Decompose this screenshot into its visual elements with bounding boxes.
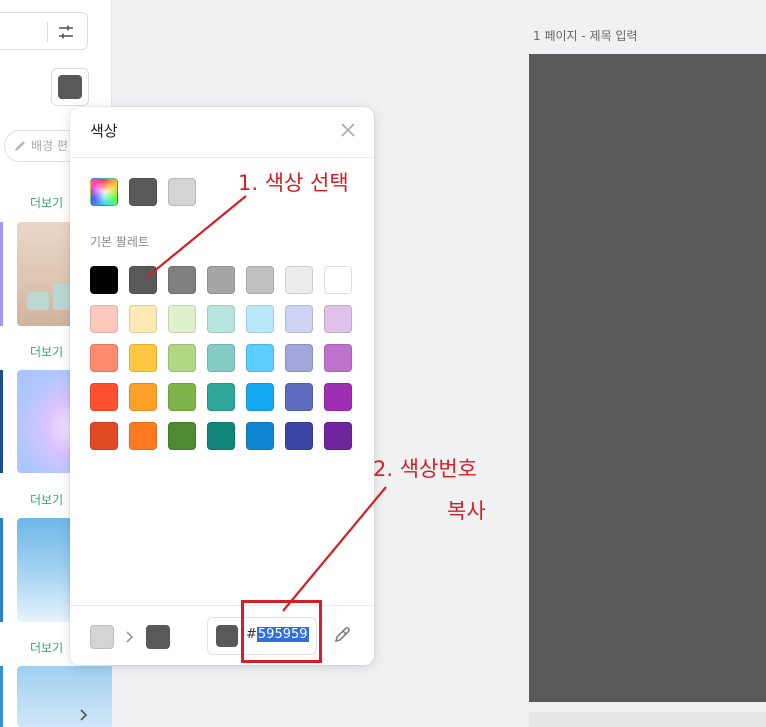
palette-swatch[interactable] — [324, 383, 352, 411]
annotation-step-2-line2: 복사 — [447, 499, 486, 523]
palette-swatch[interactable] — [129, 344, 157, 372]
palette-swatch[interactable] — [285, 422, 313, 450]
palette-swatch[interactable] — [90, 344, 118, 372]
filter-icon[interactable] — [57, 23, 75, 41]
palette-swatch[interactable] — [168, 305, 196, 333]
palette-swatch[interactable] — [246, 383, 274, 411]
background-color-swatch[interactable] — [51, 68, 89, 106]
recent-color-swatch[interactable] — [168, 178, 196, 206]
template-thumbnail[interactable] — [17, 666, 112, 727]
chevron-right-icon[interactable] — [78, 708, 88, 722]
thumb-edge — [0, 370, 3, 473]
popup-title: 색상 — [90, 122, 118, 140]
palette-swatch[interactable] — [207, 344, 235, 372]
popup-footer: #595959 — [70, 605, 374, 665]
palette-swatch[interactable] — [90, 383, 118, 411]
arrow-right-icon — [126, 631, 134, 643]
palette-swatch[interactable] — [207, 383, 235, 411]
palette-swatch[interactable] — [168, 422, 196, 450]
palette-swatch[interactable] — [246, 266, 274, 294]
palette-swatch[interactable] — [246, 305, 274, 333]
palette-swatch[interactable] — [168, 266, 196, 294]
hex-color-preview — [216, 625, 238, 647]
close-icon[interactable] — [340, 122, 356, 138]
palette-swatch[interactable] — [207, 305, 235, 333]
palette-swatch[interactable] — [90, 305, 118, 333]
palette-swatch[interactable] — [285, 344, 313, 372]
search-divider — [47, 22, 48, 42]
thumb-edge — [0, 518, 3, 622]
pencil-icon — [15, 141, 25, 151]
annotation-step-1: 1. 색상 선택 — [238, 171, 349, 195]
palette-swatch[interactable] — [207, 266, 235, 294]
thumb-edge — [0, 222, 3, 326]
thumb-edge — [0, 666, 3, 727]
palette-swatch[interactable] — [207, 422, 235, 450]
recent-color-swatch[interactable] — [129, 178, 157, 206]
palette-label: 기본 팔레트 — [90, 235, 150, 249]
palette-swatch[interactable] — [246, 422, 274, 450]
palette-swatch[interactable] — [285, 266, 313, 294]
custom-color-picker-icon[interactable] — [90, 178, 118, 206]
palette-swatch[interactable] — [90, 422, 118, 450]
next-page-canvas[interactable] — [529, 712, 766, 727]
palette-swatch[interactable] — [285, 383, 313, 411]
new-color-swatch — [146, 625, 170, 649]
palette-swatch[interactable] — [246, 344, 274, 372]
more-link-1[interactable]: 더보기 — [30, 194, 63, 211]
palette-swatch[interactable] — [324, 266, 352, 294]
palette-swatch[interactable] — [324, 344, 352, 372]
eyedropper-icon[interactable] — [332, 625, 352, 645]
page-title[interactable]: 1 페이지 - 제목 입력 — [533, 27, 638, 44]
more-link-3[interactable]: 더보기 — [30, 491, 63, 508]
more-link-4[interactable]: 더보기 — [30, 639, 63, 656]
popup-header: 색상 — [70, 107, 374, 158]
palette-swatch[interactable] — [90, 266, 118, 294]
annotation-step-2: 2. 색상번호 — [373, 457, 477, 481]
more-link-2[interactable]: 더보기 — [30, 343, 63, 360]
annotation-highlight-box — [241, 600, 322, 663]
palette-swatch[interactable] — [129, 266, 157, 294]
palette-swatch[interactable] — [285, 305, 313, 333]
page-canvas[interactable] — [529, 54, 766, 702]
palette-swatch[interactable] — [129, 383, 157, 411]
palette-swatch[interactable] — [324, 305, 352, 333]
palette-swatch[interactable] — [168, 344, 196, 372]
thumbnail-shape — [27, 292, 49, 310]
palette-swatch[interactable] — [168, 383, 196, 411]
background-edit-label: 배경 편 — [31, 139, 68, 153]
search-input[interactable] — [0, 12, 88, 50]
previous-color-swatch — [90, 625, 114, 649]
palette-swatch[interactable] — [129, 422, 157, 450]
palette-swatch[interactable] — [129, 305, 157, 333]
palette-swatch[interactable] — [324, 422, 352, 450]
